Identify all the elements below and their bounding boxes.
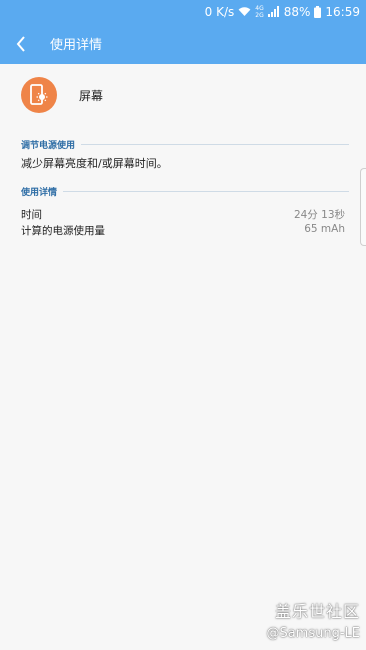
divider [63,191,349,192]
screen-brightness-icon [21,77,57,113]
network-type-top: 4G [255,4,264,12]
watermark-title: 盖乐世社区 [274,602,360,621]
signal-icon [267,6,280,17]
section-header-adjust-label: 调节电源使用 [21,141,76,151]
wifi-icon [238,6,251,17]
detail-label: 时间 [21,209,42,221]
battery-percent: 88% [283,4,311,19]
network-speed: 0 K/s [204,4,235,19]
page-title: 使用详情 [50,38,103,53]
network-type: 4G 2G [255,5,263,19]
section-header-details: 使用详情 [21,185,349,198]
back-button[interactable] [0,23,42,64]
network-type-bottom: 2G [255,11,264,19]
section-header-adjust: 调节电源使用 [21,138,349,151]
app-name: 屏幕 [79,88,104,103]
clock: 16:59 [325,4,360,19]
detail-value: 24分 13秒 [293,209,345,221]
back-arrow-icon [16,35,25,52]
edge-panel-handle[interactable] [360,168,366,246]
detail-label: 计算的电源使用量 [21,225,105,237]
power-tip[interactable]: 减少屏幕亮度和/或屏幕时间。 [21,155,168,171]
section-header-details-label: 使用详情 [21,188,58,198]
detail-value: 65 mAh [304,223,345,235]
detail-row-time: 时间 24分 13秒 [21,207,345,222]
divider [81,144,349,145]
app-header: 屏幕 [0,64,366,126]
detail-row-power: 计算的电源使用量 65 mAh [21,223,345,238]
app-bar: 使用详情 [0,23,366,64]
watermark-handle: @Samsung-LE [266,626,360,641]
status-bar: 0 K/s 4G 2G 88% 16:59 [0,0,366,23]
battery-icon [314,5,322,18]
watermark: 盖乐世社区 @Samsung-LE [266,598,360,641]
